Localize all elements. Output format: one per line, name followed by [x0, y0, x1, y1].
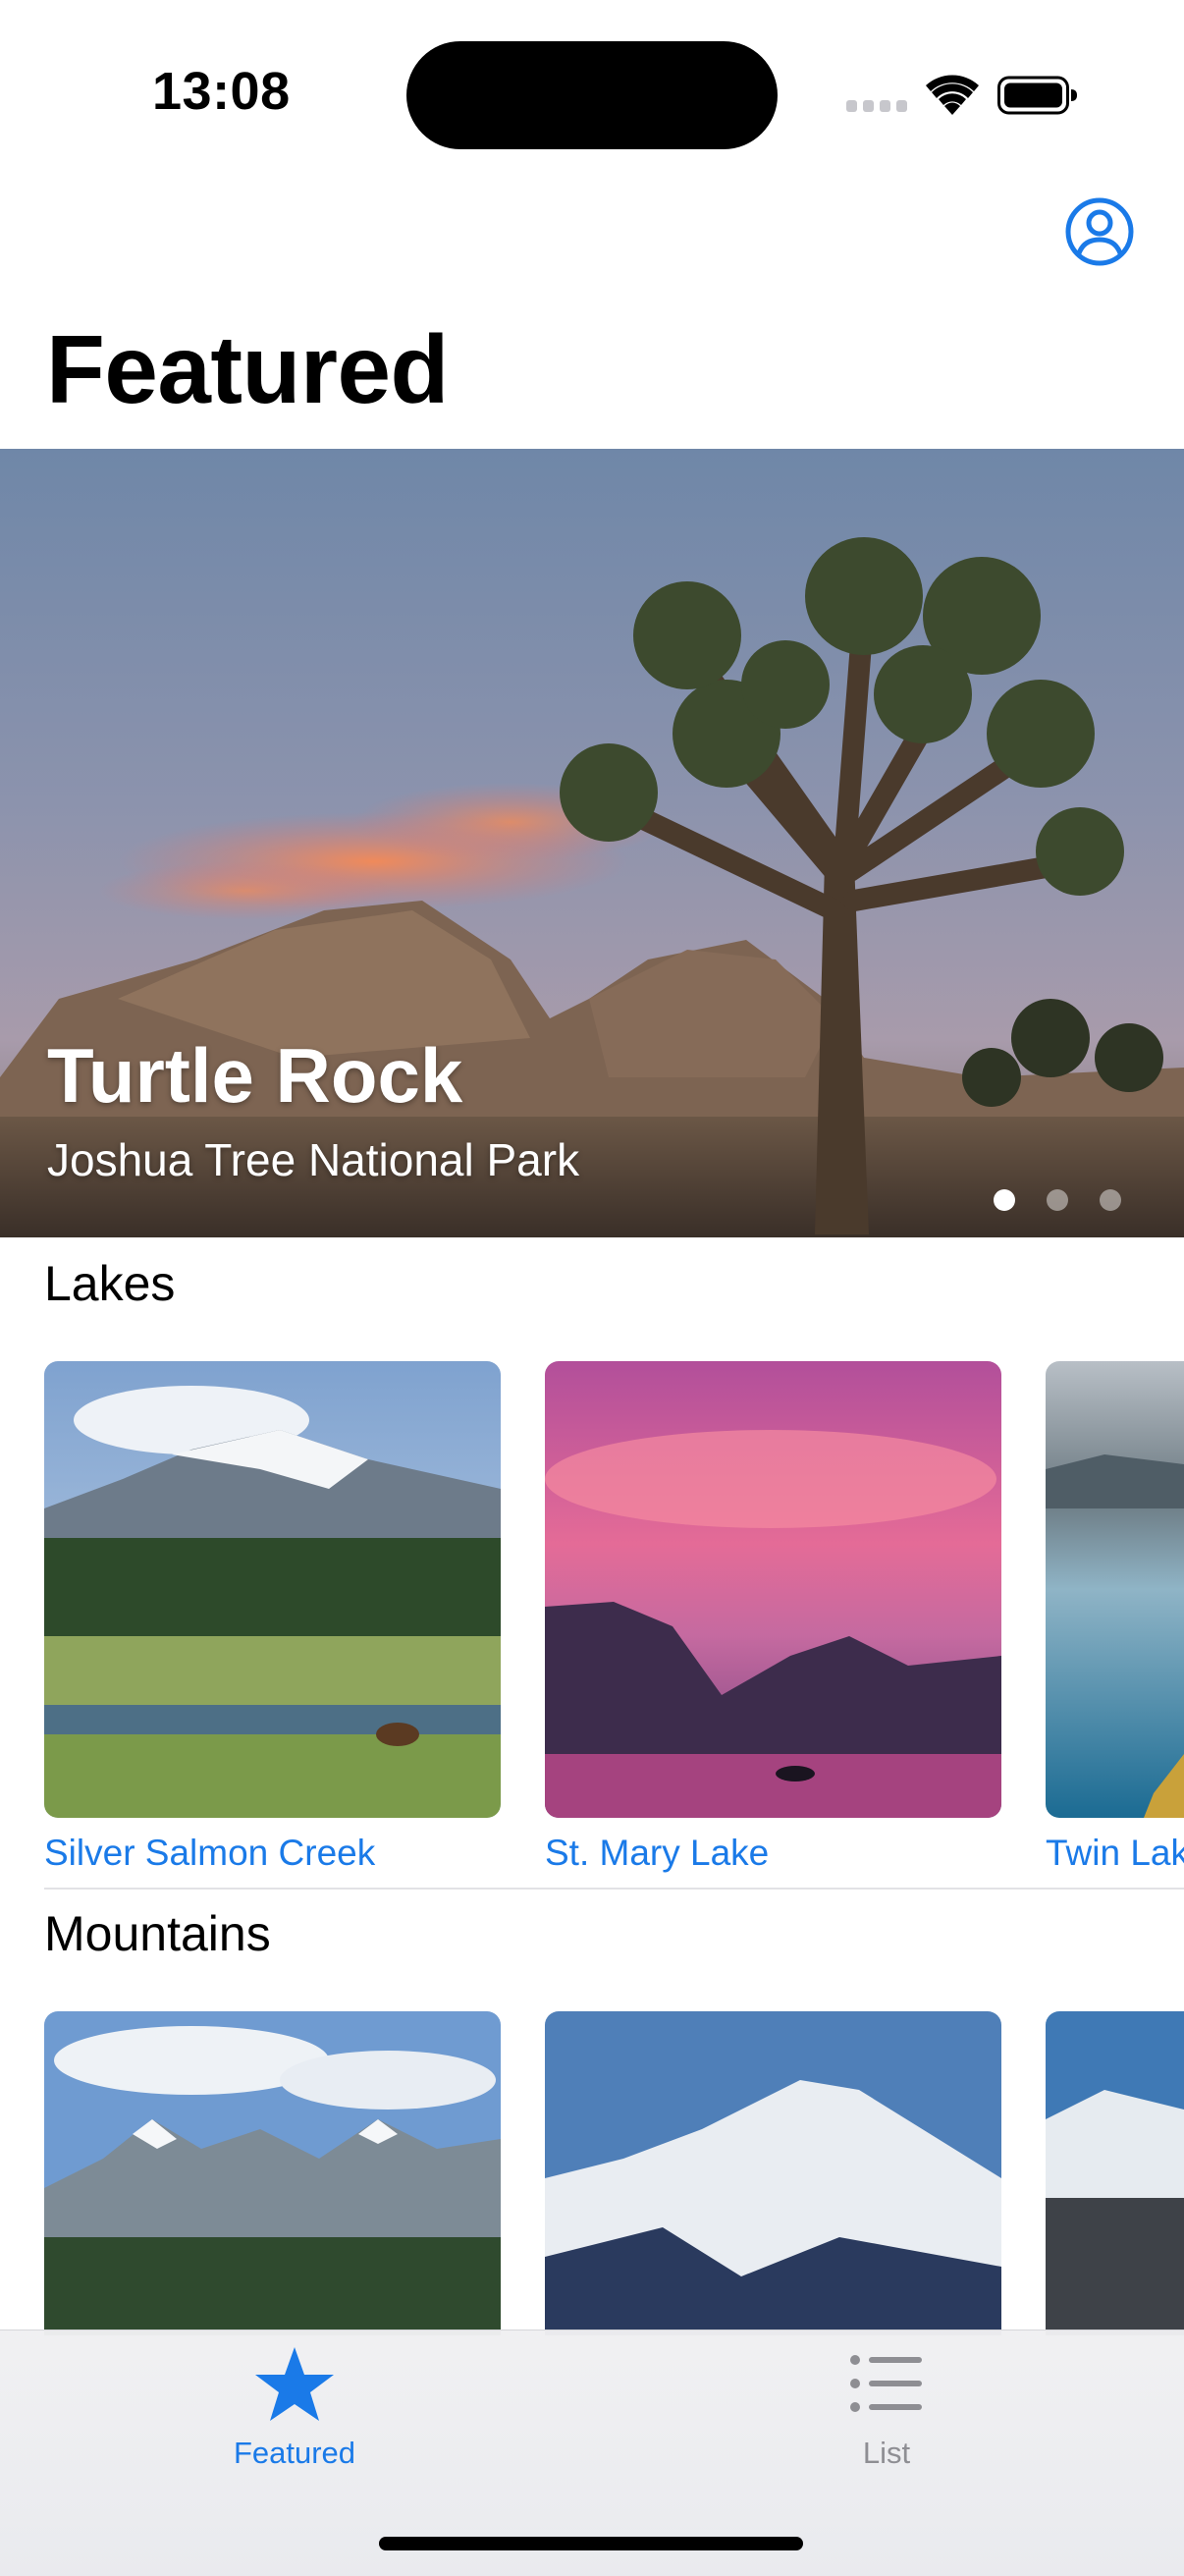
lake-card[interactable] [1046, 1361, 1184, 1818]
tab-featured[interactable]: Featured [147, 2337, 442, 2485]
mountain-image [545, 2011, 1001, 2335]
twin-lake-image [1046, 1361, 1184, 1818]
page-title: Featured [46, 315, 449, 423]
tab-list[interactable]: List [739, 2337, 1034, 2485]
tab-label: List [862, 2436, 911, 2470]
mountain-card[interactable] [44, 2011, 501, 2335]
lake-card-label[interactable]: Twin Lak [1046, 1833, 1184, 1874]
silver-salmon-creek-image [44, 1361, 501, 1818]
lake-card-label[interactable]: Silver Salmon Creek [44, 1833, 375, 1874]
mountain-image [1046, 2011, 1184, 2335]
lake-card-label[interactable]: St. Mary Lake [545, 1833, 769, 1874]
dynamic-island [406, 41, 778, 149]
wifi-icon [926, 75, 979, 115]
mountain-image [44, 2011, 501, 2335]
mountain-card[interactable] [545, 2011, 1001, 2335]
lake-card[interactable] [44, 1361, 501, 1818]
st-mary-lake-image [545, 1361, 1001, 1818]
page-dot [994, 1189, 1015, 1211]
star-icon [255, 2347, 334, 2421]
profile-button[interactable] [1064, 196, 1135, 267]
section-title-lakes: Lakes [44, 1256, 176, 1311]
section-title-mountains: Mountains [44, 1906, 271, 1961]
page-dot [1047, 1189, 1068, 1211]
hero-title: Turtle Rock [47, 1032, 463, 1119]
home-indicator[interactable] [379, 2537, 803, 2550]
tab-label: Featured [233, 2436, 356, 2470]
status-time: 13:08 [152, 62, 291, 121]
lake-card[interactable] [545, 1361, 1001, 1818]
list-icon [850, 2355, 922, 2412]
battery-icon [997, 76, 1077, 115]
page-dot [1100, 1189, 1121, 1211]
page-indicator[interactable] [992, 1189, 1129, 1211]
hero-subtitle: Joshua Tree National Park [47, 1134, 580, 1185]
section-divider [44, 1888, 1184, 1890]
person-circle-icon [1065, 197, 1134, 266]
cellular-signal-icon [846, 100, 907, 112]
mountain-card[interactable] [1046, 2011, 1184, 2335]
